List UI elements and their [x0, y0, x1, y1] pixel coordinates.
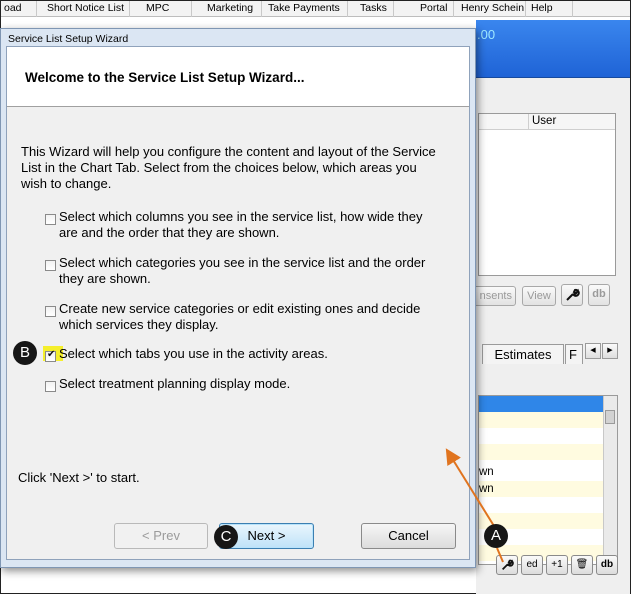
callout-b: B	[13, 341, 37, 365]
callout-arrow	[445, 448, 504, 563]
callout-c: C	[214, 525, 238, 549]
callout-a: A	[484, 524, 508, 548]
